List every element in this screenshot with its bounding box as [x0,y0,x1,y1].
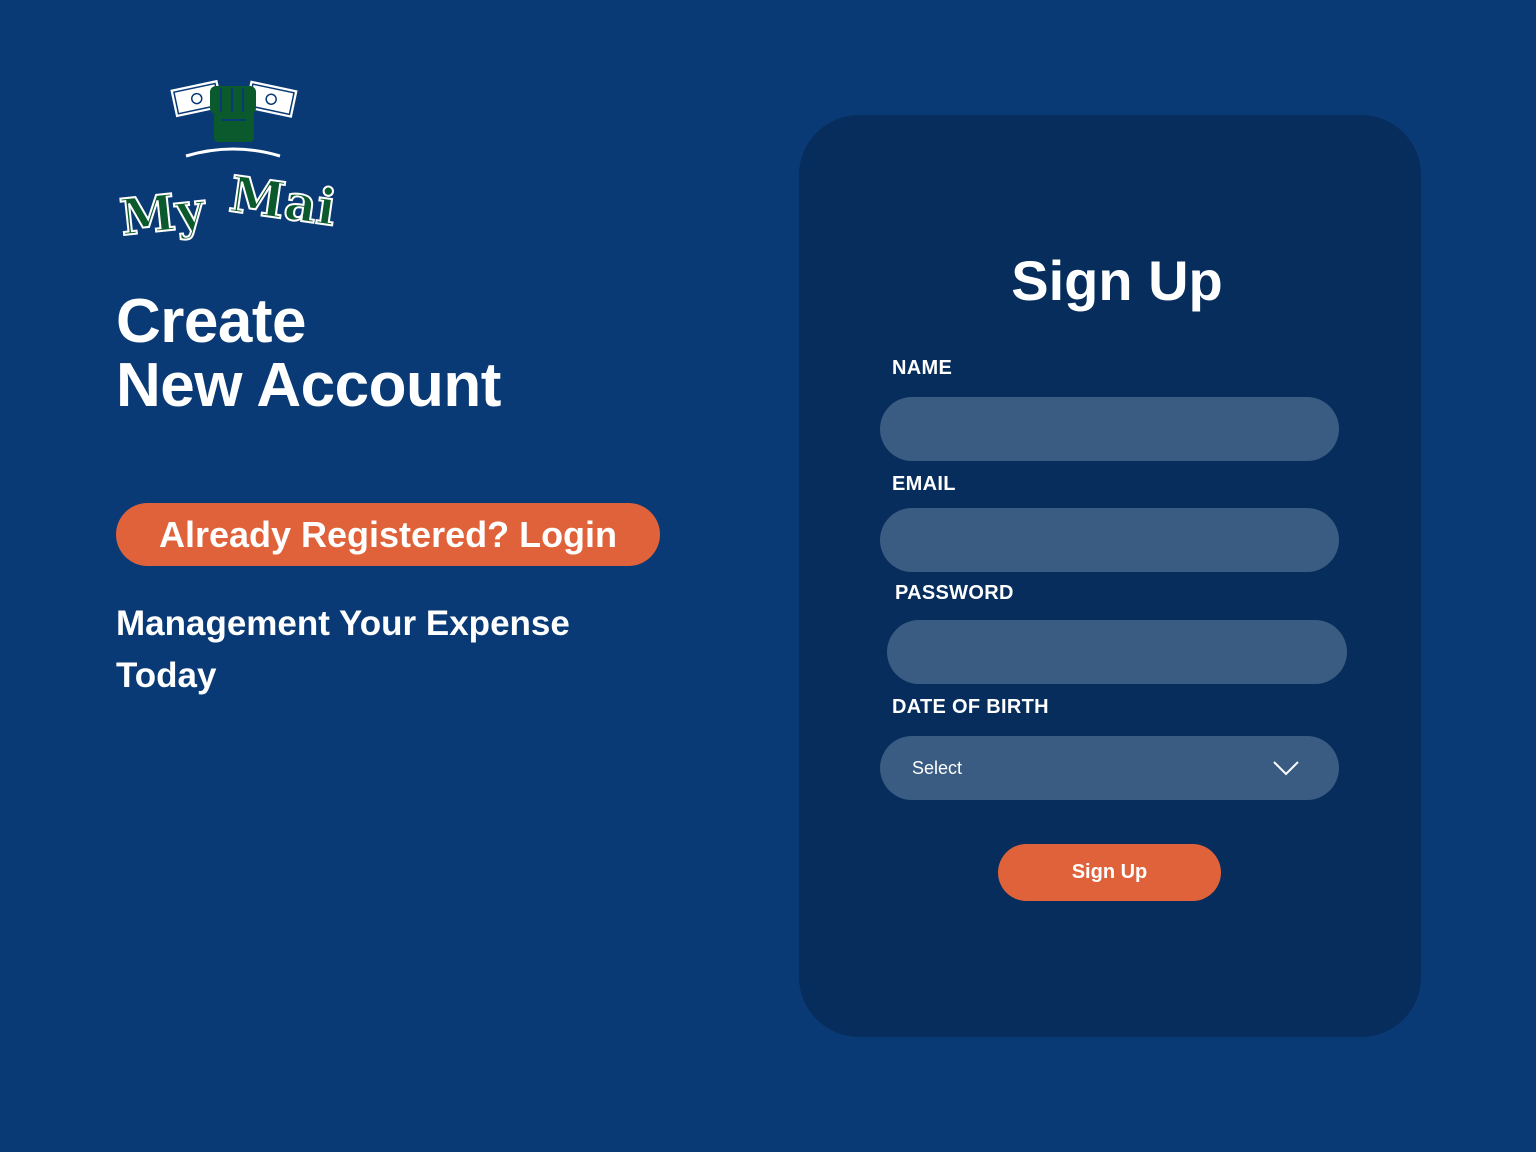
signup-title: Sign Up [1011,249,1223,312]
name-label: NAME [892,357,953,379]
tagline: Management Your Expense Today [116,604,570,695]
svg-text:Mai: Mai [226,164,340,237]
headline-line-1: Create [116,287,306,356]
email-label: EMAIL [892,473,956,495]
headline-line-2: New Account [116,351,501,420]
chevron-down-icon [1273,761,1299,776]
page-headline: Create New Account [116,290,501,418]
name-field[interactable] [880,397,1339,461]
money-fist-logo-icon: My Mai [116,77,341,248]
signup-page: My Mai Create New Account Already Regist… [0,0,1536,1152]
dob-label: DATE OF BIRTH [892,696,1049,718]
logo-wordmark: My [117,179,209,247]
password-label: PASSWORD [895,582,1014,604]
dob-select[interactable]: Select [880,736,1339,800]
dob-selected-value: Select [912,757,963,778]
email-field[interactable] [880,508,1339,572]
password-field[interactable] [887,620,1347,684]
login-button[interactable]: Already Registered? Login [116,503,660,566]
brand-logo: My Mai [110,62,360,252]
signup-submit-button[interactable]: Sign Up [998,844,1221,901]
